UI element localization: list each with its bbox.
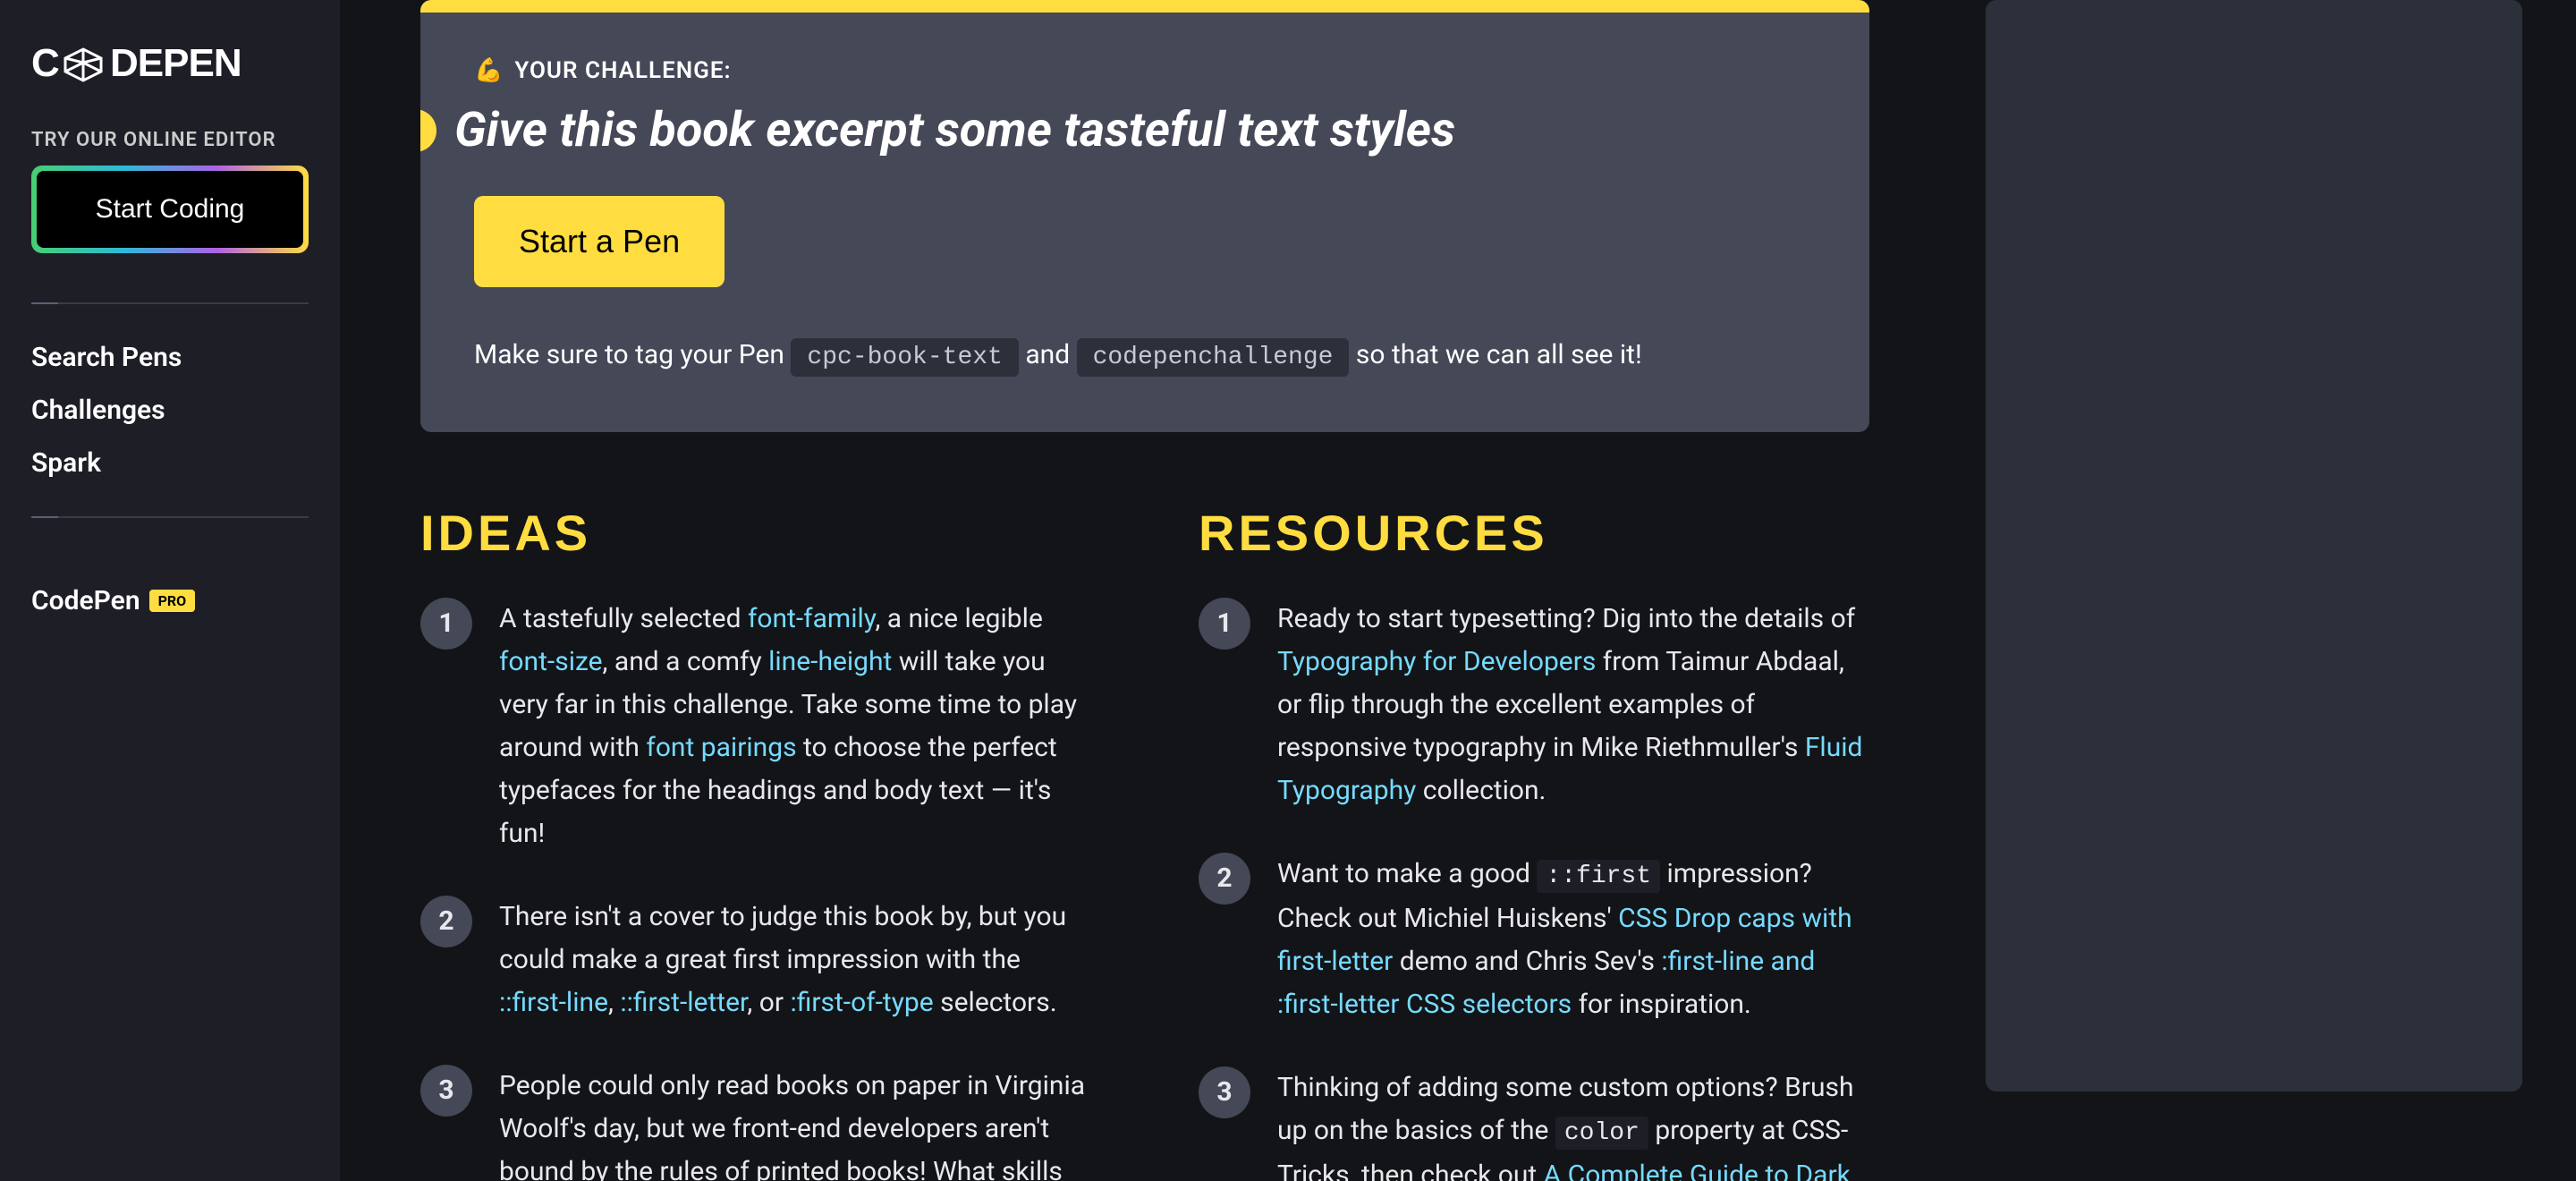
item-text: Want to make a good ::first impression? … xyxy=(1277,853,1869,1026)
resource-item-2: 2 Want to make a good ::first impression… xyxy=(1199,853,1869,1026)
codepen-logo[interactable]: C DEPEN xyxy=(31,36,309,93)
nav-challenges[interactable]: Challenges xyxy=(31,384,309,437)
item-text: A tastefully selected font-family, a nic… xyxy=(499,598,1091,855)
item-text: There isn't a cover to judge this book b… xyxy=(499,896,1091,1024)
ideas-column: IDEAS 1 A tastefully selected font-famil… xyxy=(420,504,1091,1181)
num-badge: 2 xyxy=(420,896,472,947)
editor-label: TRY OUR ONLINE EDITOR xyxy=(31,129,309,151)
nav-spark[interactable]: Spark xyxy=(31,437,309,489)
nav-search-pens[interactable]: Search Pens xyxy=(31,331,309,384)
resource-item-3: 3 Thinking of adding some custom options… xyxy=(1199,1066,1869,1181)
challenge-accent-bar xyxy=(420,0,1869,13)
num-badge: 2 xyxy=(1199,853,1250,905)
tag-cpc-book-text[interactable]: cpc-book-text xyxy=(791,338,1018,377)
start-pen-button[interactable]: Start a Pen xyxy=(474,196,724,287)
tag-codepenchallenge[interactable]: codepenchallenge xyxy=(1077,338,1350,377)
link-typography-developers[interactable]: Typography for Developers xyxy=(1277,646,1596,677)
challenge-title-row: Give this book excerpt some tasteful tex… xyxy=(420,102,1816,160)
link-font-pairings[interactable]: font pairings xyxy=(646,732,796,763)
ideas-heading: IDEAS xyxy=(420,504,1091,562)
code-color: color xyxy=(1555,1117,1648,1150)
resource-item-1: 1 Ready to start typesetting? Dig into t… xyxy=(1199,598,1869,812)
challenge-card: 💪 YOUR CHALLENGE: Give this book excerpt… xyxy=(420,0,1869,432)
resources-column: RESOURCES 1 Ready to start typesetting? … xyxy=(1199,504,1869,1181)
divider xyxy=(31,516,309,518)
chevron-right-icon xyxy=(420,109,436,152)
main-content: 💪 YOUR CHALLENGE: Give this book excerpt… xyxy=(340,0,1950,1181)
link-line-height[interactable]: line-height xyxy=(768,646,892,677)
tag-instructions: Make sure to tag your Pen cpc-book-text … xyxy=(474,332,1816,379)
divider xyxy=(31,302,309,304)
code-first: ::first xyxy=(1537,860,1660,893)
link-first-line[interactable]: ::first-line xyxy=(499,987,608,1018)
svg-text:C: C xyxy=(31,41,59,85)
flex-emoji-icon: 💪 xyxy=(474,57,504,84)
challenge-label: 💪 YOUR CHALLENGE: xyxy=(474,57,1816,84)
challenge-label-text: YOUR CHALLENGE: xyxy=(514,57,731,84)
num-badge: 3 xyxy=(1199,1066,1250,1118)
num-badge: 3 xyxy=(420,1065,472,1117)
pro-badge: PRO xyxy=(149,590,196,612)
num-badge: 1 xyxy=(1199,598,1250,650)
idea-item-2: 2 There isn't a cover to judge this book… xyxy=(420,896,1091,1024)
idea-item-3: 3 People could only read books on paper … xyxy=(420,1065,1091,1181)
nav-codepen-pro[interactable]: CodePen PRO xyxy=(31,585,309,616)
resources-heading: RESOURCES xyxy=(1199,504,1869,562)
side-panel xyxy=(1986,0,2522,1092)
svg-text:DEPEN: DEPEN xyxy=(110,41,242,85)
codepen-label: CodePen xyxy=(31,585,140,616)
sidebar: C DEPEN TRY OUR ONLINE EDITOR Start Codi… xyxy=(0,0,340,1181)
idea-item-1: 1 A tastefully selected font-family, a n… xyxy=(420,598,1091,855)
challenge-title: Give this book excerpt some tasteful tex… xyxy=(454,102,1455,160)
challenge-body: 💪 YOUR CHALLENGE: Give this book excerpt… xyxy=(420,13,1869,432)
num-badge: 1 xyxy=(420,598,472,650)
link-font-size[interactable]: font-size xyxy=(499,646,603,677)
item-text: Thinking of adding some custom options? … xyxy=(1277,1066,1869,1181)
item-text: People could only read books on paper in… xyxy=(499,1065,1091,1181)
columns: IDEAS 1 A tastefully selected font-famil… xyxy=(420,504,1869,1181)
link-first-letter[interactable]: ::first-letter xyxy=(620,987,747,1018)
link-font-family[interactable]: font-family xyxy=(748,603,876,634)
item-text: Ready to start typesetting? Dig into the… xyxy=(1277,598,1869,812)
start-coding-wrap: Start Coding xyxy=(31,166,309,253)
link-first-of-type[interactable]: :first-of-type xyxy=(790,987,933,1018)
start-coding-button[interactable]: Start Coding xyxy=(37,171,303,248)
